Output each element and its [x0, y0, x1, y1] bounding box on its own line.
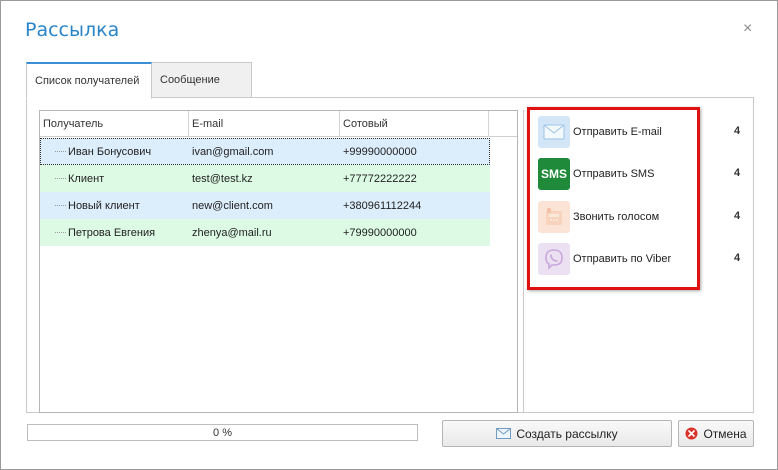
send-viber-label: Отправить по Viber [573, 253, 672, 265]
envelope-icon [538, 116, 570, 148]
column-header-email[interactable]: E-mail [189, 111, 340, 137]
recipient-phone: +79990000000 [343, 226, 417, 239]
viber-count: 4 [734, 252, 741, 264]
close-icon[interactable]: × [743, 20, 752, 38]
recipient-name: Иван Бонусович [68, 145, 152, 158]
envelope-icon [496, 428, 512, 439]
table-row[interactable]: Клиент test@test.kz +77772222222 [40, 165, 490, 192]
dialog-title: Рассылка [25, 19, 120, 41]
mailing-dialog: Рассылка × Список получателей Сообщение … [0, 0, 778, 470]
phone-icon [538, 201, 570, 233]
sms-icon: SMS [538, 158, 570, 190]
voice-call-label: Звонить голосом [573, 211, 660, 223]
sms-count: 4 [734, 167, 741, 179]
table-row[interactable]: Иван Бонусович ivan@gmail.com +999900000… [40, 138, 490, 165]
send-viber-action[interactable]: Отправить по Viber [538, 241, 738, 277]
send-sms-action[interactable]: SMS Отправить SMS [538, 156, 738, 192]
send-email-label: Отправить E-mail [573, 126, 662, 138]
tree-connector [55, 232, 66, 233]
table-row[interactable]: Петрова Евгения zhenya@mail.ru +79990000… [40, 219, 490, 246]
recipient-phone: +380961112244 [343, 199, 422, 212]
send-email-action[interactable]: Отправить E-mail [538, 114, 738, 150]
recipient-name: Петрова Евгения [68, 226, 156, 239]
recipient-name: Клиент [68, 172, 105, 185]
tab-message[interactable]: Сообщение [151, 62, 252, 98]
email-count: 4 [734, 125, 741, 137]
tab-panel: Получатель E-mail Сотовый Иван Бонусович… [26, 97, 754, 413]
recipient-email: zhenya@mail.ru [192, 226, 272, 239]
recipient-phone: +77772222222 [343, 172, 417, 185]
recipients-grid: Получатель E-mail Сотовый Иван Бонусович… [39, 110, 518, 413]
tree-connector [55, 178, 66, 179]
recipient-email: test@test.kz [192, 172, 253, 185]
table-row[interactable]: Новый клиент new@client.com +38096111224… [40, 192, 490, 219]
create-mailing-button[interactable]: Создать рассылку [442, 420, 672, 447]
progress-bar: 0 % [27, 424, 418, 441]
tab-recipients[interactable]: Список получателей [26, 62, 152, 99]
recipient-email: new@client.com [192, 199, 273, 212]
cancel-icon [685, 427, 698, 440]
grid-header: Получатель E-mail Сотовый [40, 111, 517, 137]
column-header-recipient[interactable]: Получатель [40, 111, 189, 137]
viber-icon [538, 243, 570, 275]
recipient-email: ivan@gmail.com [192, 145, 274, 158]
recipient-name: Новый клиент [68, 199, 140, 212]
send-sms-label: Отправить SMS [573, 168, 655, 180]
cancel-button[interactable]: Отмена [678, 420, 754, 447]
recipient-phone: +99990000000 [343, 145, 417, 158]
cancel-label: Отмена [703, 426, 747, 441]
send-actions-panel: Отправить E-mail 4 SMS Отправить SMS 4 З… [523, 107, 755, 412]
voice-count: 4 [734, 210, 741, 222]
voice-call-action[interactable]: Звонить голосом [538, 199, 738, 235]
create-mailing-label: Создать рассылку [516, 426, 618, 441]
tree-connector [55, 151, 66, 152]
tree-connector [55, 205, 66, 206]
column-header-phone[interactable]: Сотовый [340, 111, 489, 137]
